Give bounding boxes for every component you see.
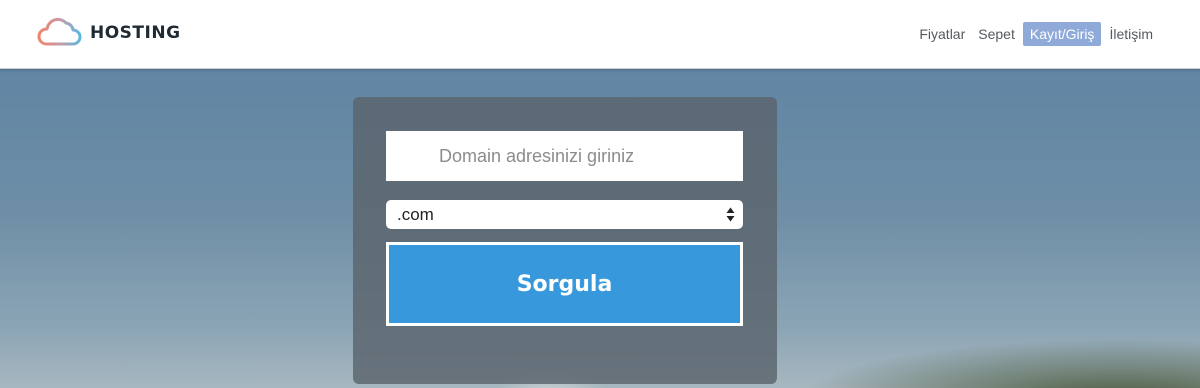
main-nav: Fiyatlar Sepet Kayıt/Giriş İletişim <box>911 22 1158 46</box>
nav-item-fiyatlar[interactable]: Fiyatlar <box>914 22 970 46</box>
nav-item-sepet[interactable]: Sepet <box>973 22 1020 46</box>
select-updown-icon <box>726 207 735 222</box>
nav-item-kayit-giris[interactable]: Kayıt/Giriş <box>1022 22 1102 46</box>
brand-name: HOSTING <box>90 23 181 43</box>
domain-search-panel: .com Sorgula <box>353 97 777 384</box>
domain-input[interactable] <box>386 131 743 181</box>
tld-select[interactable]: .com <box>386 200 743 229</box>
tld-selected-value: .com <box>397 205 434 224</box>
cloud-icon <box>37 17 82 46</box>
nav-item-iletisim[interactable]: İletişim <box>1104 22 1158 46</box>
site-header: HOSTING Fiyatlar Sepet Kayıt/Giriş İleti… <box>0 0 1200 69</box>
search-submit-button[interactable]: Sorgula <box>386 242 743 326</box>
brand-logo[interactable]: HOSTING <box>36 17 181 49</box>
